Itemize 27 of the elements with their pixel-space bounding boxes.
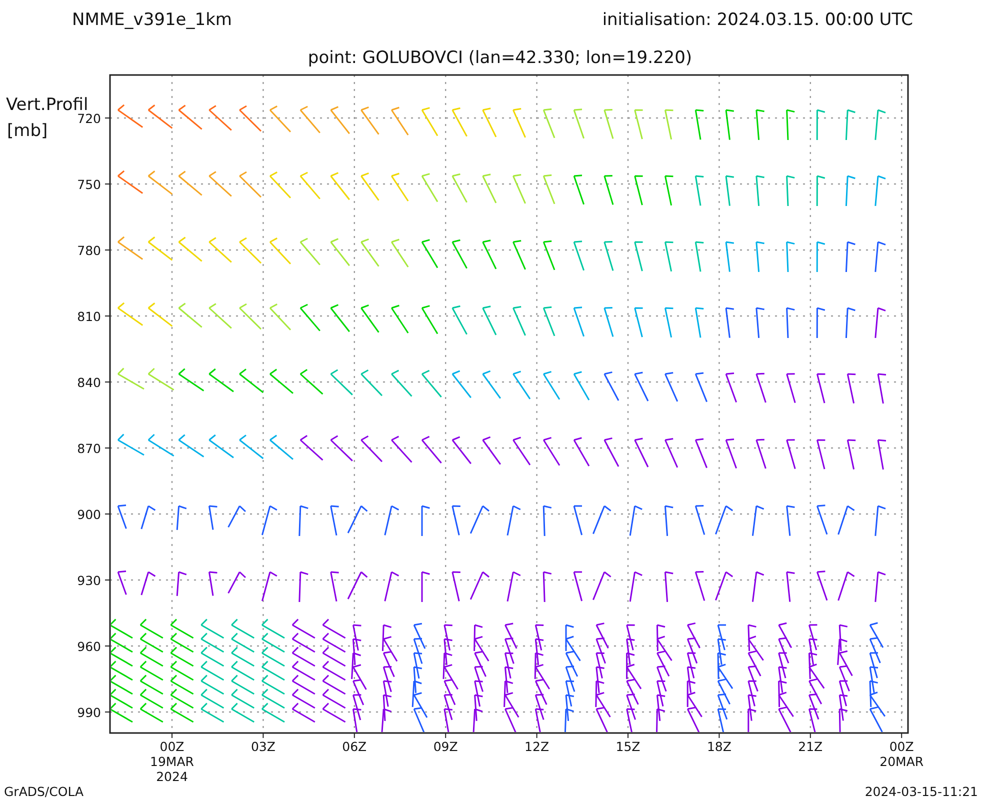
y-tick-label: 960 bbox=[77, 639, 101, 654]
x-tick-label: 15Z bbox=[616, 739, 640, 754]
y-tick-label: 750 bbox=[77, 177, 101, 192]
y-tick-label: 840 bbox=[77, 375, 101, 390]
footer-timestamp: 2024-03-15-11:21 bbox=[864, 784, 978, 799]
y-tick-label: 990 bbox=[77, 705, 101, 720]
x-tick-label: 09Z bbox=[433, 739, 458, 754]
x-tick-label: 03Z bbox=[250, 739, 276, 754]
model-title: NMME_v391e_1km bbox=[72, 10, 232, 30]
y-tick-label: 900 bbox=[77, 507, 101, 522]
y-tick-label: 780 bbox=[77, 243, 101, 258]
x-tick-label: 20MAR bbox=[880, 754, 924, 769]
x-tick-label: 21Z bbox=[798, 739, 823, 754]
y-axis-label: [mb] bbox=[7, 121, 48, 141]
point-title: point: GOLUBOVCI (lan=42.330; lon=19.220) bbox=[308, 48, 692, 68]
x-tick-label: 00Z bbox=[160, 739, 184, 754]
x-tick-label: 19MAR bbox=[150, 754, 194, 769]
y-tick-label: 810 bbox=[77, 309, 101, 324]
x-tick-label: 06Z bbox=[342, 739, 367, 754]
x-tick-label: 2024 bbox=[156, 769, 188, 784]
x-tick-label: 18Z bbox=[706, 739, 732, 754]
y-tick-label: 930 bbox=[77, 573, 101, 588]
y-tick-label: 870 bbox=[77, 441, 101, 456]
x-tick-label: 12Z bbox=[524, 739, 550, 754]
initialisation-title: initialisation: 2024.03.15. 00:00 UTC bbox=[602, 10, 913, 30]
x-tick-label: 00Z bbox=[889, 739, 914, 754]
footer-credit: GrADS/COLA bbox=[4, 784, 84, 799]
